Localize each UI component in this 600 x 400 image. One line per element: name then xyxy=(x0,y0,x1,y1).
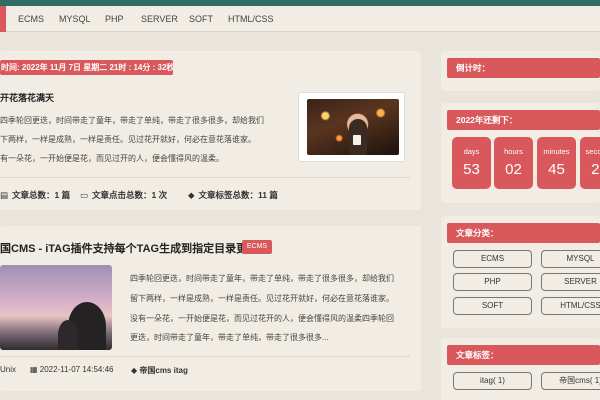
nav-item-mysql[interactable]: MYSQL xyxy=(59,14,91,24)
countdown-seconds: seconds 27 xyxy=(580,137,600,189)
stat-article-count: ▤ 文章总数：1 篇 xyxy=(0,189,70,201)
tags-heading: 文章标签： xyxy=(447,345,600,365)
post-category-badge[interactable]: ECMS xyxy=(242,240,272,254)
nav-item-server[interactable]: SERVER xyxy=(141,14,178,24)
countdown-hours-value: 02 xyxy=(505,161,522,178)
stat-tag-count: ◆ 文章标签总数：11 篇 xyxy=(188,189,278,201)
categories-heading: 文章分类： xyxy=(447,223,600,243)
category-php[interactable]: PHP xyxy=(453,273,532,291)
post-excerpt-line: 没有一朵花，一开始便是花，而见过花开的人，便会懂得风的温柔四季轮回 xyxy=(130,314,394,323)
top-navigation: ECMS MYSQL PHP SERVER SOFT HTML/CSS xyxy=(0,6,600,32)
tag-icon: ◆ xyxy=(188,190,195,200)
stat-click-count: ▭ 文章点击总数：1 次 xyxy=(80,189,167,201)
document-icon: ▤ xyxy=(0,190,9,200)
current-time-badge: 时间: 2022年 11月 7日 星期二 21时 : 14分 : 32秒 xyxy=(0,60,173,75)
nav-item-ecms[interactable]: ECMS xyxy=(18,14,44,24)
countdown-minutes-label: minutes xyxy=(543,147,570,156)
post-divider xyxy=(0,356,410,357)
nav-accent-bar xyxy=(0,6,6,32)
year-countdown-heading: 2022年还剩下： xyxy=(447,110,600,130)
countdown-days-label: days xyxy=(463,147,480,156)
quote-line: 下两样，一样是成熟，一样是责任。见过花开就好，何必在意花落谁家。 xyxy=(0,135,256,144)
calendar-icon: ▦ xyxy=(30,365,40,374)
photo-cup xyxy=(353,135,361,145)
countdown-days: days 53 xyxy=(452,137,491,189)
banner-photo xyxy=(307,99,399,155)
category-mysql[interactable]: MYSQL xyxy=(541,250,600,268)
countdown-heading: 倒计时： xyxy=(447,58,600,78)
category-ecms[interactable]: ECMS xyxy=(453,250,532,268)
post-tags[interactable]: ◆ 帝国cms itag xyxy=(131,365,188,376)
post-thumbnail[interactable] xyxy=(0,265,112,350)
post-date-text: 2022-11-07 14:54:46 xyxy=(39,365,114,374)
stat-tag-count-text: 文章标签总数：11 篇 xyxy=(198,190,278,200)
post-excerpt-line: 四季轮回更迭，时间带走了童年，带走了单纯，带走了很多很多，却给我们 xyxy=(130,274,394,283)
nav-item-php[interactable]: PHP xyxy=(105,14,124,24)
thumbnail-tree xyxy=(58,320,78,350)
quote-line: 有一朵花，一开始便是花，而见过开的人，便会懂得风的温柔。 xyxy=(0,154,224,163)
category-soft[interactable]: SOFT xyxy=(453,297,532,315)
countdown-seconds-label: seconds xyxy=(585,147,600,156)
countdown-days-value: 53 xyxy=(463,161,480,178)
countdown-minutes-value: 45 xyxy=(548,161,565,178)
tag-itag[interactable]: itag( 1) xyxy=(453,372,532,390)
quote-line: 四季轮回更迭，时间带走了童年，带走了单纯，带走了很多很多，却给我们 xyxy=(0,116,264,125)
countdown-hours: hours 02 xyxy=(494,137,533,189)
post-excerpt-line: 留下两样，一样是成熟，一样是责任。见过花开就好，何必在意花落谁家。 xyxy=(130,294,394,303)
category-server[interactable]: SERVER xyxy=(541,273,600,291)
banner-photo-frame xyxy=(298,92,405,162)
countdown-minutes: minutes 45 xyxy=(537,137,576,189)
post-title-link[interactable]: 国CMS - iTAG插件支持每个TAG生成到指定目录更新 xyxy=(0,240,258,256)
category-htmlcss[interactable]: HTML/CSS xyxy=(541,297,600,315)
quote-title: 开花落花满天 xyxy=(0,93,55,103)
stat-click-count-text: 文章点击总数：1 次 xyxy=(92,190,168,200)
nav-item-htmlcss[interactable]: HTML/CSS xyxy=(228,14,274,24)
folder-icon: ▭ xyxy=(80,190,89,200)
post-date: ▦ 2022-11-07 14:54:46 xyxy=(30,365,113,374)
post-author[interactable]: Unix xyxy=(0,365,16,374)
countdown-seconds-value: 27 xyxy=(591,161,600,178)
tag-dgcms[interactable]: 帝国cms( 1) xyxy=(541,372,600,390)
post-excerpt-line: 更迭，时间带走了童年，带走了单纯，带走了很多很多... xyxy=(130,333,329,342)
post-tags-text: 帝国cms itag xyxy=(139,366,188,375)
banner-divider xyxy=(0,177,410,178)
countdown-hours-label: hours xyxy=(504,147,523,156)
stat-article-count-text: 文章总数：1 篇 xyxy=(12,190,71,200)
nav-item-soft[interactable]: SOFT xyxy=(189,14,213,24)
